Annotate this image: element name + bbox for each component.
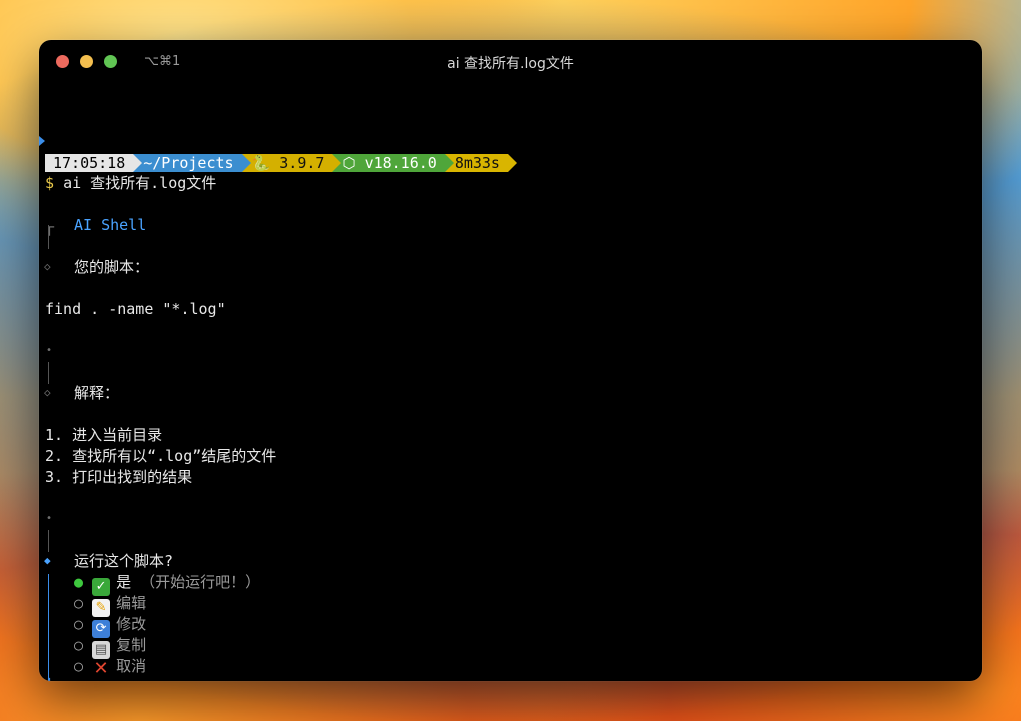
cross-icon: ✕ [93,658,109,679]
option-cancel[interactable]: ○ ✕ 取消 [74,656,146,678]
option-label: 复制 [116,636,147,654]
option-label: 取消 [116,657,147,675]
terminal-window: ⌥⌘1 ai 查找所有.log文件 17:05:18 ~/Projects 🐍 … [39,40,982,681]
app-name: AI Shell [74,216,147,234]
radio-empty-icon: ○ [74,615,84,633]
radio-selected-icon: ● [74,573,84,591]
terminal-content[interactable]: 17:05:18 ~/Projects 🐍 3.9.7 ⬡ v18.16.0 8… [39,84,982,681]
prompt-duration: 8m33s [444,154,518,172]
prompt-directory: ~/Projects [133,154,251,172]
prompt-marker-icon [39,136,45,146]
title-bar[interactable]: ⌥⌘1 ai 查找所有.log文件 [39,40,982,84]
window-title: ai 查找所有.log文件 [447,56,574,72]
option-label: 修改 [116,615,147,633]
tree-line [48,530,49,552]
command-line: $ ai 查找所有.log文件 [45,173,216,193]
explanation-item: 2. 查找所有以“.log”结尾的文件 [45,447,277,465]
step-dot-icon: • [46,513,53,524]
run-question: 运行这个脚本? [74,552,174,570]
tree-line [48,362,49,384]
tree-corner-icon: ┌ [45,218,55,236]
options-tree-line [48,574,49,681]
powerline-prompt: 17:05:18 ~/Projects 🐍 3.9.7 ⬡ v18.16.0 8… [45,154,518,172]
option-hint: （开始运行吧！） [140,573,261,591]
option-label: 编辑 [116,594,147,612]
explain-label: 解释： [74,384,120,402]
diamond-outline-icon: ◇ [44,386,51,399]
tree-end-icon: └ [45,677,54,681]
explanation-item: 1. 进入当前目录 [45,426,163,444]
script-label: 您的脚本： [74,258,150,276]
script-code[interactable]: find . -name "*.log" [45,299,226,319]
radio-empty-icon: ○ [74,636,84,654]
command-text: ai 查找所有.log文件 [63,174,217,192]
radio-empty-icon: ○ [74,657,84,675]
diamond-outline-icon: ◇ [44,260,51,273]
option-label: 是 [116,573,132,591]
step-dot-icon: • [46,345,53,356]
radio-empty-icon: ○ [74,594,84,612]
prompt-python-version: 🐍 3.9.7 [241,154,342,172]
prompt-time: 17:05:18 [45,154,143,172]
diamond-filled-icon: ◆ [44,554,51,567]
prompt-node-version: ⬡ v18.16.0 [332,154,455,172]
prompt-symbol: $ [45,174,55,192]
explanation-item: 3. 打印出找到的结果 [45,468,193,486]
